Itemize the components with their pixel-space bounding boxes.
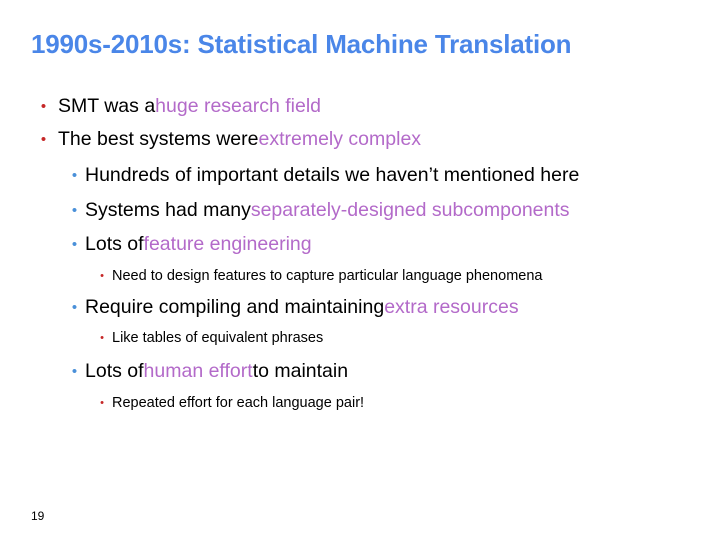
bullet-text: Like tables of equivalent phrases — [112, 330, 324, 346]
bullet-item: • The best systems were extremely comple… — [29, 125, 421, 153]
bullet-text: to maintain — [252, 359, 349, 382]
slide-number: 19 — [31, 509, 45, 523]
sub-bullet-item: • Require compiling and maintaining extr… — [64, 293, 519, 321]
bullet-text: Systems had many — [85, 198, 251, 221]
bullet-dot-icon: • — [100, 270, 104, 282]
bullet-dot-icon: • — [71, 298, 78, 316]
slide: 1990s-2010s: Statistical Machine Transla… — [0, 0, 720, 540]
bullet-text: Lots of — [85, 359, 144, 382]
sub-bullet-item: • Lots of human effort to maintain — [64, 357, 348, 385]
highlight-text: separately-designed subcomponents — [250, 198, 570, 221]
bullet-text: Hundreds of important details we haven’t… — [85, 163, 580, 186]
sub-sub-bullet-item: • Like tables of equivalent phrases — [92, 327, 323, 349]
sub-sub-bullet-item: • Need to design features to capture par… — [92, 265, 542, 287]
sub-bullet-item: • Lots of feature engineering — [64, 230, 312, 258]
sub-bullet-item: • Hundreds of important details we haven… — [64, 161, 579, 189]
bullet-dot-icon: • — [40, 130, 47, 148]
bullet-dot-icon: • — [100, 332, 104, 344]
bullet-text: Lots of — [85, 232, 144, 255]
bullet-dot-icon: • — [71, 166, 78, 184]
bullet-dot-icon: • — [71, 362, 78, 380]
bullet-dot-icon: • — [71, 201, 78, 219]
bullet-text: The best systems were — [58, 127, 259, 150]
bullet-dot-icon: • — [40, 97, 47, 115]
bullet-text: Repeated effort for each language pair! — [112, 395, 365, 411]
bullet-text: SMT was a — [58, 94, 156, 117]
highlight-text: extremely complex — [258, 127, 422, 150]
bullet-text: Need to design features to capture parti… — [112, 268, 543, 284]
highlight-text: extra resources — [384, 295, 519, 318]
bullet-item: • SMT was a huge research field — [29, 92, 321, 120]
bullet-dot-icon: • — [71, 235, 78, 253]
highlight-text: human effort — [143, 359, 253, 382]
highlight-text: huge research field — [155, 94, 322, 117]
sub-bullet-item: • Systems had many separately-designed s… — [64, 196, 570, 224]
sub-sub-bullet-item: • Repeated effort for each language pair… — [92, 392, 364, 414]
highlight-text: feature engineering — [143, 232, 312, 255]
bullet-text: Require compiling and maintaining — [85, 295, 385, 318]
bullet-dot-icon: • — [100, 397, 104, 409]
slide-title: 1990s-2010s: Statistical Machine Transla… — [31, 29, 572, 59]
